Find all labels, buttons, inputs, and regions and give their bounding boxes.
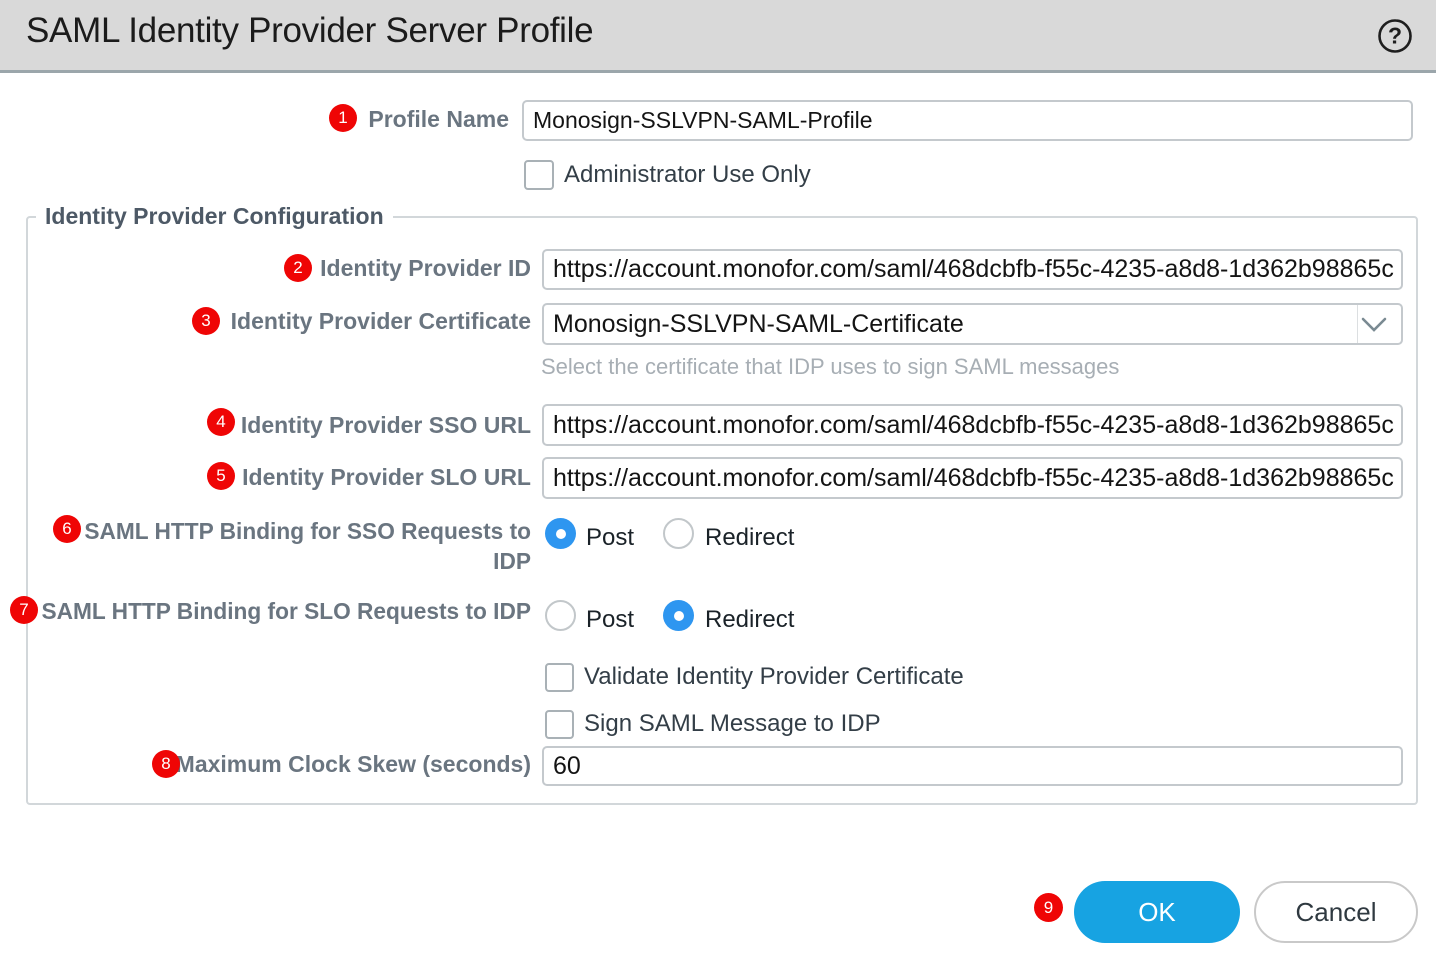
svg-text:?: ? bbox=[1388, 23, 1402, 49]
